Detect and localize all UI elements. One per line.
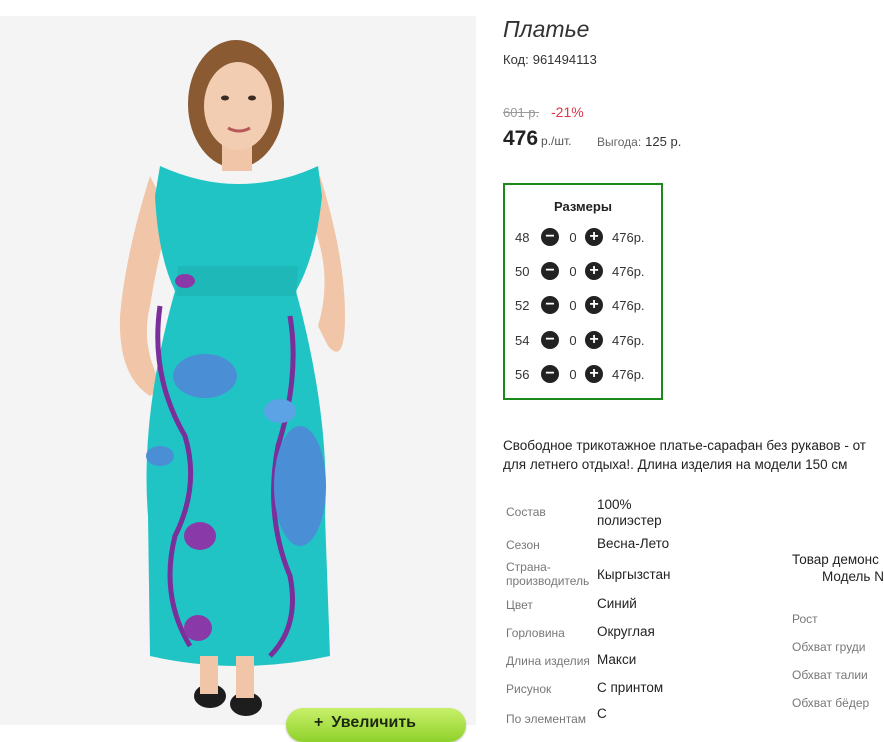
spec-value: 100% полиэстер [597, 497, 662, 528]
plus-icon[interactable]: + [585, 365, 603, 383]
spec-value: Округлая [597, 624, 655, 639]
current-price: 476 р./шт. [503, 127, 572, 151]
benefit-label: Выгода: [597, 135, 642, 149]
product-code: Код: 961494113 [503, 52, 597, 67]
zoom-button-label: Увеличить [331, 714, 417, 731]
spec-label: Длина изделия [506, 654, 590, 668]
minus-icon[interactable]: − [541, 331, 559, 349]
size-value: 48 [515, 230, 530, 245]
product-title: Платье [503, 16, 590, 42]
sizes-title: Размеры [554, 199, 612, 214]
size-value: 54 [515, 333, 530, 348]
spec-value: Макси [597, 652, 637, 667]
size-quantity: 0 [569, 298, 577, 313]
size-price: 476р. [612, 298, 645, 313]
model-param: Обхват бёдер [792, 696, 870, 710]
product-code-value: 961494113 [532, 52, 597, 67]
model-param: Обхват груди [792, 640, 866, 654]
plus-icon[interactable]: + [585, 228, 603, 246]
sizes-box: Размеры 48 − 0 + 476р. 50 − 0 + 476р. 52… [503, 183, 663, 400]
size-price: 476р. [612, 367, 645, 382]
spec-label: Страна-производитель [506, 560, 590, 588]
plus-icon[interactable]: + [585, 331, 603, 349]
size-price: 476р. [612, 230, 645, 245]
product-description: Свободное трикотажное платье-сарафан без… [503, 436, 884, 474]
size-price: 476р. [612, 333, 645, 348]
description-line: Свободное трикотажное платье-сарафан без… [503, 438, 866, 453]
description-line: для летнего отдыха!. Длина изделия на мо… [503, 457, 848, 472]
model-subtitle: Модель N [822, 569, 884, 584]
spec-label: Горловина [506, 626, 565, 640]
plus-icon: + [314, 714, 324, 731]
discount-badge: -21% [551, 104, 584, 120]
size-value: 56 [515, 367, 530, 382]
minus-icon[interactable]: − [541, 296, 559, 314]
old-price: 601 р. [503, 105, 540, 120]
plus-icon[interactable]: + [585, 296, 603, 314]
spec-label: Цвет [506, 598, 533, 612]
plus-icon[interactable]: + [585, 262, 603, 280]
minus-icon[interactable]: − [541, 365, 559, 383]
product-photo[interactable] [0, 16, 476, 725]
spec-label: Рисунок [506, 682, 552, 696]
spec-value: Весна-Лето [597, 536, 670, 551]
spec-label: Сезон [506, 538, 540, 552]
model-info-title: Товар демонс Модель N [792, 551, 884, 585]
spec-label: Состав [506, 505, 546, 519]
size-quantity: 0 [569, 264, 577, 279]
benefit-value: 125 р. [645, 134, 682, 149]
size-quantity: 0 [569, 333, 577, 348]
spec-value: С принтом [597, 680, 664, 695]
model-title-line: Товар демонс [792, 552, 879, 567]
size-price: 476р. [612, 264, 645, 279]
benefit: Выгода: 125 р. [597, 134, 681, 149]
size-quantity: 0 [569, 230, 577, 245]
spec-value: Синий [597, 596, 637, 611]
model-param: Обхват талии [792, 668, 868, 682]
price-unit: р./шт. [541, 134, 572, 148]
price-value: 476 [503, 127, 539, 150]
minus-icon[interactable]: − [541, 262, 559, 280]
zoom-button[interactable]: + Увеличить [286, 708, 466, 742]
spec-value: Кыргызстан [597, 567, 671, 582]
minus-icon[interactable]: − [541, 228, 559, 246]
model-param: Рост [792, 612, 818, 626]
spec-value: С [597, 706, 607, 721]
product-code-label: Код: [503, 52, 529, 67]
size-quantity: 0 [569, 367, 577, 382]
spec-label: По элементам [506, 712, 587, 726]
size-value: 52 [515, 298, 530, 313]
size-value: 50 [515, 264, 530, 279]
